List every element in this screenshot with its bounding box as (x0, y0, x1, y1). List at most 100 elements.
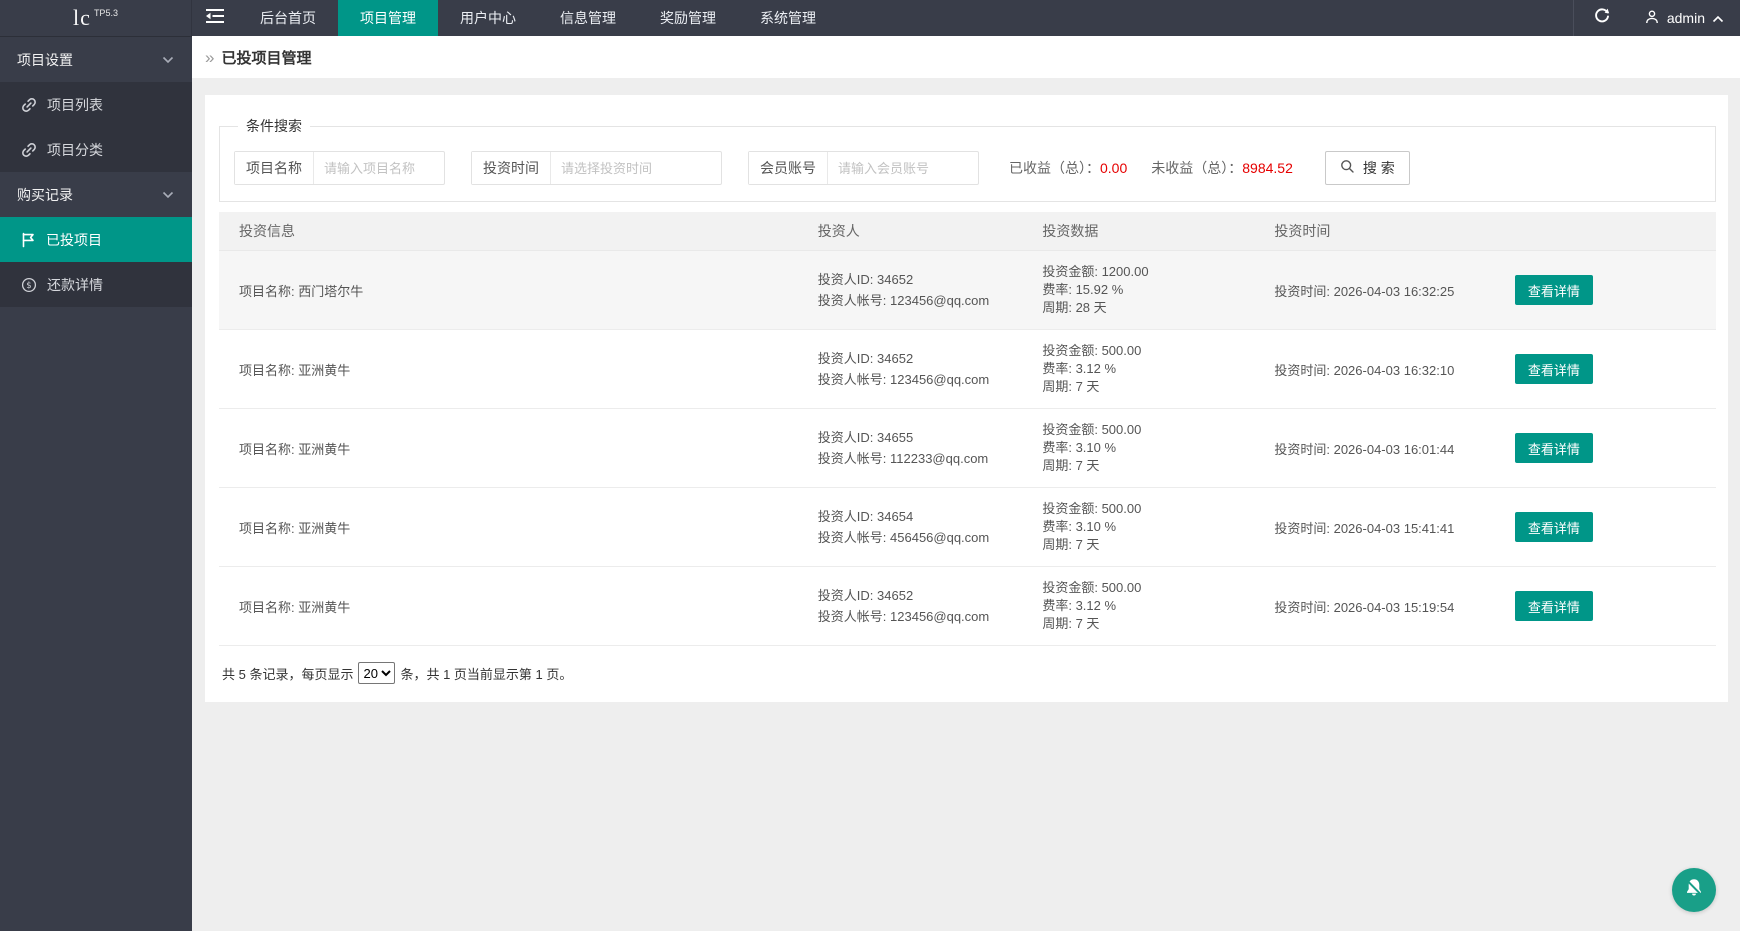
search-icon (1340, 159, 1355, 177)
investor-account: 投资人帐号: 456456@qq.com (818, 527, 1035, 548)
view-detail-button[interactable]: 查看详情 (1515, 275, 1593, 305)
invest-period: 周期: 7 天 (1042, 457, 1266, 475)
invest-amount: 投资金额: 500.00 (1042, 421, 1266, 439)
nav-item-info[interactable]: 信息管理 (538, 0, 638, 36)
notification-fab-button[interactable] (1672, 868, 1716, 912)
investor-account: 投资人帐号: 123456@qq.com (818, 290, 1035, 311)
page-title: 已投项目管理 (221, 47, 311, 68)
nav-item-projects[interactable]: 项目管理 (338, 0, 438, 36)
chevron-down-icon (162, 56, 174, 64)
view-detail-button[interactable]: 查看详情 (1515, 354, 1593, 384)
cell-invest-time: 投资时间: 2026-04-03 16:01:44 (1274, 439, 1499, 458)
cell-invest-data: 投资金额: 500.00 费率: 3.12 % 周期: 7 天 (1042, 342, 1274, 396)
pagination: 共 5 条记录，每页显示 20 条，共 1 页当前显示第 1 页。 (219, 662, 1716, 684)
column-header-investor: 投资人 (818, 221, 1043, 242)
column-header-invest-info: 投资信息 (219, 221, 818, 241)
investor-id: 投资人ID: 34654 (818, 506, 1035, 527)
cell-actions: 查看详情 (1499, 512, 1716, 542)
cell-actions: 查看详情 (1499, 275, 1716, 305)
table-row: 项目名称: 亚洲黄牛 投资人ID: 34655 投资人帐号: 112233@qq… (219, 409, 1716, 488)
sidebar-collapse-button[interactable] (192, 0, 238, 36)
cell-invest-time: 投资时间: 2026-04-03 15:41:41 (1274, 518, 1499, 537)
invested-projects-table: 投资信息 投资人 投资数据 投资时间 项目名称: 西门塔尔牛 投资人ID: 34… (219, 212, 1716, 646)
topbar: lc TP5.3 后台首页 项目管理 用户中心 信息管理 奖励管理 系统管理 (0, 0, 1740, 36)
view-detail-button[interactable]: 查看详情 (1515, 591, 1593, 621)
nav-item-users[interactable]: 用户中心 (438, 0, 538, 36)
project-name-input[interactable] (314, 152, 444, 184)
sidebar-group-purchase-records[interactable]: 购买记录 (0, 172, 192, 217)
invest-amount: 投资金额: 500.00 (1042, 579, 1266, 597)
field-project-name: 项目名称 (234, 151, 445, 185)
unearned-profit-value: 8984.52 (1242, 160, 1293, 176)
invest-rate: 费率: 3.12 % (1042, 360, 1266, 378)
invest-time-input[interactable] (551, 152, 721, 184)
cell-invest-data: 投资金额: 500.00 费率: 3.10 % 周期: 7 天 (1042, 421, 1274, 475)
cell-invest-data: 投资金额: 500.00 费率: 3.12 % 周期: 7 天 (1042, 579, 1274, 633)
search-fieldset: 条件搜索 项目名称 投资时间 会员账号 已收益（总）：0.00 (219, 116, 1716, 202)
nav-item-home[interactable]: 后台首页 (238, 0, 338, 36)
investor-id: 投资人ID: 34655 (818, 427, 1035, 448)
content-card: 条件搜索 项目名称 投资时间 会员账号 已收益（总）：0.00 (205, 95, 1728, 702)
unearned-profit-stat: 未收益（总）：8984.52 (1151, 158, 1293, 178)
sidebar-item-invested-projects[interactable]: 已投项目 (0, 217, 192, 262)
field-member-account: 会员账号 (748, 151, 979, 185)
invest-rate: 费率: 3.12 % (1042, 597, 1266, 615)
investor-id: 投资人ID: 34652 (818, 585, 1035, 606)
search-row: 项目名称 投资时间 会员账号 已收益（总）：0.00 未收益（总） (234, 151, 1703, 185)
user-menu[interactable]: admin (1630, 0, 1740, 36)
nav-item-system[interactable]: 系统管理 (738, 0, 838, 36)
column-header-invest-data: 投资数据 (1042, 222, 1274, 240)
sidebar-group-project-settings[interactable]: 项目设置 (0, 37, 192, 82)
invest-period: 周期: 7 天 (1042, 615, 1266, 633)
pagination-prefix: 共 5 条记录，每页显示 (222, 664, 353, 683)
cell-investor: 投资人ID: 34654 投资人帐号: 456456@qq.com (818, 506, 1043, 548)
dollar-circle-icon: $ (21, 277, 37, 293)
topbar-right: admin (1573, 0, 1740, 36)
nav-item-rewards[interactable]: 奖励管理 (638, 0, 738, 36)
unearned-profit-label: 未收益（总）： (1151, 160, 1242, 176)
pagination-suffix: 条，共 1 页当前显示第 1 页。 (400, 664, 572, 683)
cell-investor: 投资人ID: 34655 投资人帐号: 112233@qq.com (818, 427, 1043, 469)
user-icon (1644, 9, 1660, 28)
invest-rate: 费率: 3.10 % (1042, 439, 1266, 457)
cell-invest-data: 投资金额: 1200.00 费率: 15.92 % 周期: 28 天 (1042, 263, 1274, 317)
sidebar: 项目设置 项目列表 项目分类 (0, 36, 192, 931)
chevron-up-icon (1712, 10, 1724, 26)
sidebar-item-project-category[interactable]: 项目分类 (0, 127, 192, 172)
invest-period: 周期: 7 天 (1042, 378, 1266, 396)
search-button[interactable]: 搜 索 (1325, 151, 1410, 185)
bell-off-icon (1682, 876, 1706, 905)
earned-profit-stat: 已收益（总）：0.00 (1009, 158, 1127, 178)
cell-actions: 查看详情 (1499, 433, 1716, 463)
table-row: 项目名称: 亚洲黄牛 投资人ID: 34652 投资人帐号: 123456@qq… (219, 330, 1716, 409)
cell-invest-time: 投资时间: 2026-04-03 16:32:10 (1274, 360, 1499, 379)
app-logo: lc TP5.3 (0, 0, 192, 36)
cell-project-name: 项目名称: 西门塔尔牛 (219, 281, 818, 300)
breadcrumb: » 已投项目管理 (192, 36, 1740, 78)
member-account-input[interactable] (828, 152, 978, 184)
sidebar-group-label: 购买记录 (17, 185, 73, 205)
invest-amount: 投资金额: 1200.00 (1042, 263, 1266, 281)
refresh-button[interactable] (1574, 0, 1630, 36)
cell-investor: 投资人ID: 34652 投资人帐号: 123456@qq.com (818, 269, 1043, 311)
field-invest-time: 投资时间 (471, 151, 722, 185)
page-size-select[interactable]: 20 (358, 662, 395, 684)
breadcrumb-separator-icon: » (205, 49, 214, 66)
field-label: 投资时间 (472, 152, 551, 184)
investor-id: 投资人ID: 34652 (818, 348, 1035, 369)
refresh-icon (1593, 7, 1611, 30)
sidebar-item-project-list[interactable]: 项目列表 (0, 82, 192, 127)
logo-text: lc (73, 5, 91, 31)
cell-project-name: 项目名称: 亚洲黄牛 (219, 518, 818, 537)
link-icon (21, 142, 37, 158)
cell-invest-data: 投资金额: 500.00 费率: 3.10 % 周期: 7 天 (1042, 500, 1274, 554)
cell-actions: 查看详情 (1499, 354, 1716, 384)
field-label: 项目名称 (235, 152, 314, 184)
column-header-invest-time: 投资时间 (1274, 221, 1499, 241)
top-nav: 后台首页 项目管理 用户中心 信息管理 奖励管理 系统管理 (238, 0, 838, 36)
view-detail-button[interactable]: 查看详情 (1515, 433, 1593, 463)
sidebar-item-repayment-details[interactable]: $ 还款详情 (0, 262, 192, 307)
view-detail-button[interactable]: 查看详情 (1515, 512, 1593, 542)
username: admin (1667, 10, 1705, 26)
menu-collapse-icon (206, 9, 224, 28)
